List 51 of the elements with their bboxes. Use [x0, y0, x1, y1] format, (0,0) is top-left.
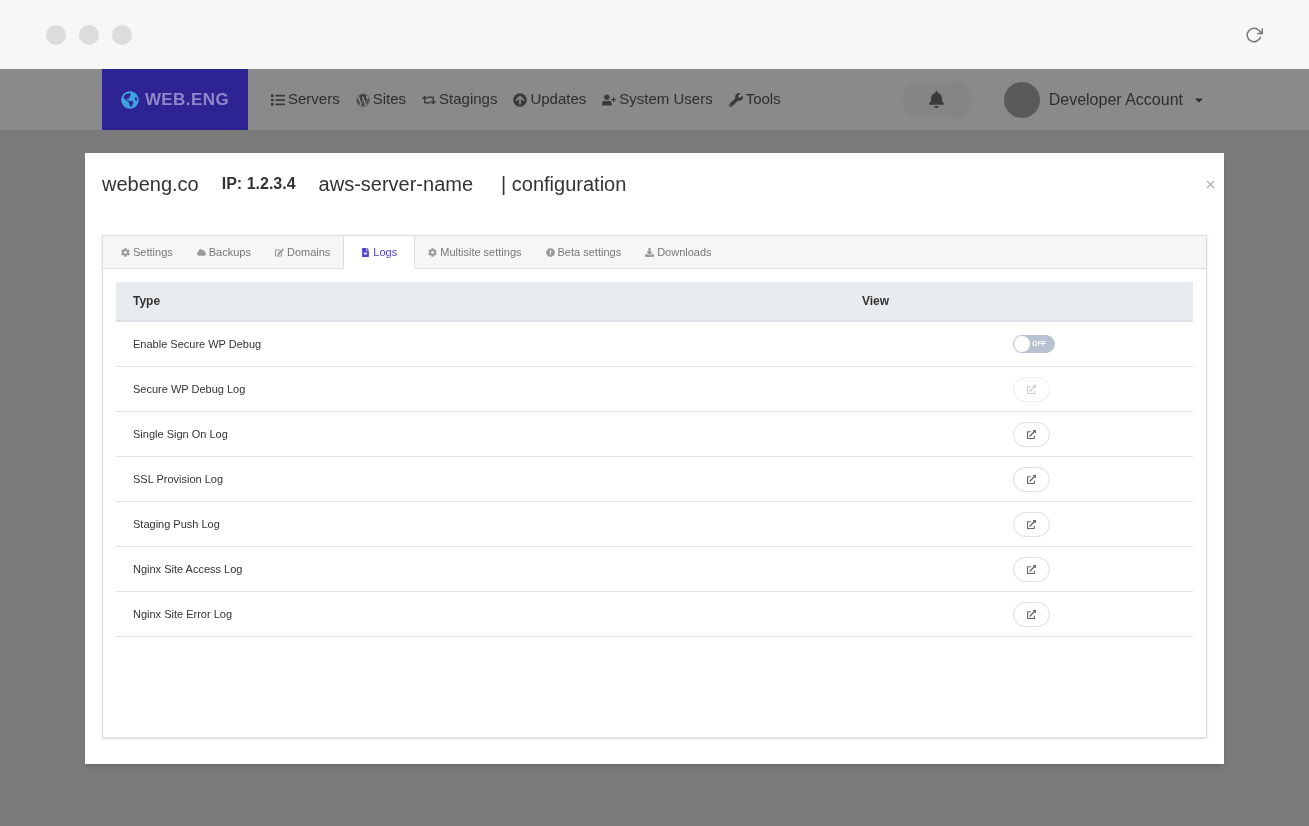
nav-link[interactable]: System Users — [602, 88, 713, 111]
reload-icon[interactable] — [1245, 25, 1263, 44]
tab[interactable]: Logs — [343, 235, 416, 269]
server-ip: IP: 1.2.3.4 — [221, 174, 296, 194]
avatar[interactable] — [1003, 81, 1040, 118]
site-name: webeng.co — [102, 172, 199, 197]
external-link-icon — [1027, 609, 1036, 619]
log-type: Staging Push Log — [132, 516, 221, 532]
external-link-icon — [1027, 384, 1036, 394]
document-icon — [361, 247, 371, 257]
tab[interactable]: Beta settings — [534, 235, 633, 269]
nav-link[interactable]: Updates — [513, 88, 587, 111]
globe-icon — [120, 90, 139, 109]
nav-link[interactable]: Sites — [355, 88, 407, 111]
log-type: Nginx Site Error Log — [132, 606, 234, 622]
tab[interactable]: Backups — [185, 235, 262, 269]
nav-link[interactable]: Servers — [271, 88, 340, 111]
bell-icon — [928, 91, 946, 108]
wrench-icon — [728, 92, 743, 107]
tab[interactable]: Settings — [110, 235, 184, 269]
brand-logo[interactable]: WEB.ENG — [102, 69, 248, 130]
tab[interactable]: Downloads — [634, 235, 723, 269]
notifications-button[interactable] — [901, 81, 972, 118]
wordpress-icon — [355, 92, 370, 107]
settings-icon — [428, 247, 438, 257]
edit-icon — [274, 247, 284, 257]
exclamation-icon — [545, 247, 555, 257]
external-link-icon — [1027, 429, 1036, 439]
column-header: View — [862, 293, 890, 310]
external-link-icon — [1027, 474, 1036, 484]
brand-name: WEB.ENG — [144, 88, 230, 111]
column-header: Type — [132, 293, 162, 310]
log-type: Single Sign On Log — [132, 426, 229, 442]
server-name: aws-server-name — [318, 172, 474, 197]
log-type: Enable Secure WP Debug — [132, 336, 263, 352]
tab[interactable]: Multisite settings — [417, 235, 533, 269]
log-type: Nginx Site Access Log — [132, 561, 244, 577]
user-plus-icon — [602, 92, 617, 107]
cloud-icon — [196, 247, 206, 257]
download-icon — [645, 247, 655, 257]
settings-icon — [121, 247, 130, 257]
tab[interactable]: Domains — [263, 235, 342, 269]
log-type: Secure WP Debug Log — [132, 381, 247, 397]
section-title: | configuration — [501, 172, 627, 197]
external-link-icon — [1027, 564, 1036, 574]
nav-link[interactable]: Tools — [728, 88, 781, 111]
external-link-icon — [1027, 519, 1036, 529]
account-menu[interactable]: Developer Account — [1048, 87, 1205, 112]
nav-link[interactable]: Stagings — [422, 88, 498, 111]
list-icon — [271, 92, 285, 107]
log-type: SSL Provision Log — [132, 471, 225, 487]
